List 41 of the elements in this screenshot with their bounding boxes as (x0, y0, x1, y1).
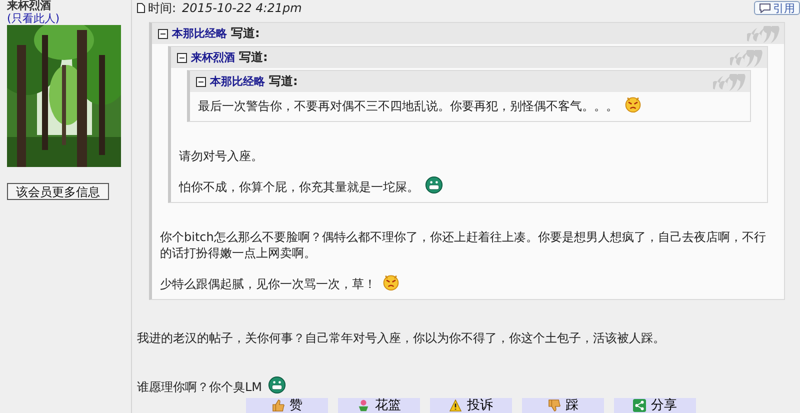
quote-button[interactable]: 引用 (754, 1, 800, 15)
angry-face-icon (382, 273, 400, 291)
quote-said-label: 写道: (231, 25, 260, 42)
quotation-marks-icon (713, 74, 747, 93)
quote-said-label: 写道: (269, 73, 298, 90)
action-button[interactable]: 花篮 (338, 398, 420, 413)
action-button[interactable]: 踩 (522, 398, 604, 413)
action-button[interactable]: 分享 (614, 398, 696, 413)
more-info-button[interactable]: 该会员更多信息 (7, 183, 109, 200)
quote-text: 请勿对号入座。 (179, 149, 263, 163)
grinning-face-icon (425, 176, 443, 194)
post-text: 谁愿理你啊？你个臭LM (137, 380, 262, 394)
grinning-face-icon (268, 376, 286, 394)
quote-author-link[interactable]: 本那比经略 (210, 74, 265, 89)
thumbs-up-icon (272, 399, 284, 412)
quote-author-link[interactable]: 本那比经略 (172, 26, 227, 41)
flower-icon (357, 399, 370, 412)
action-button[interactable]: 赞 (246, 398, 328, 413)
username: 来杯烈酒 (7, 0, 51, 12)
quotation-marks-icon (730, 50, 764, 69)
document-icon (137, 3, 145, 13)
collapse-icon[interactable] (177, 52, 187, 62)
post-time: 2015-10-22 4:21pm (182, 1, 302, 15)
only-this-person-link[interactable]: (只看此人) (7, 12, 60, 25)
speech-bubble-icon (759, 3, 771, 13)
angry-face-icon (624, 95, 642, 113)
thumbs-down-icon (548, 399, 560, 412)
quotation-marks-icon (747, 26, 781, 45)
share-icon (633, 399, 646, 412)
quote-text: 怕你不成，你算个屁，你充其量就是一坨屎。 (179, 180, 419, 194)
warning-icon (449, 399, 462, 412)
quote-said-label: 写道: (239, 49, 268, 66)
collapse-icon[interactable] (196, 76, 206, 86)
quote-text: 少特么跟偶起腻，见你一次骂一次，草！ (160, 277, 376, 291)
action-button[interactable]: 投诉 (430, 398, 512, 413)
quote-text: 你个bitch怎么那么不要脸啊？偶特么都不理你了，你还上赶着往上凑。你要是想男人想疯了，自己去夜店啊，不行的话打扮得嫩一点上网卖啊。 (160, 230, 766, 260)
collapse-icon[interactable] (158, 28, 168, 38)
quote-author-link[interactable]: 来杯烈酒 (191, 50, 235, 65)
post-text: 我进的老汉的帖子，关你何事？自己常年对号入座，你以为你不得了，你这个土包子，活该被人踩。 (137, 331, 665, 345)
time-label: 时间: (148, 0, 176, 16)
quote-text: 最后一次警告你，不要再对偶不三不四地乱说。你要再犯，别怪偶不客气。。。 (198, 99, 618, 113)
